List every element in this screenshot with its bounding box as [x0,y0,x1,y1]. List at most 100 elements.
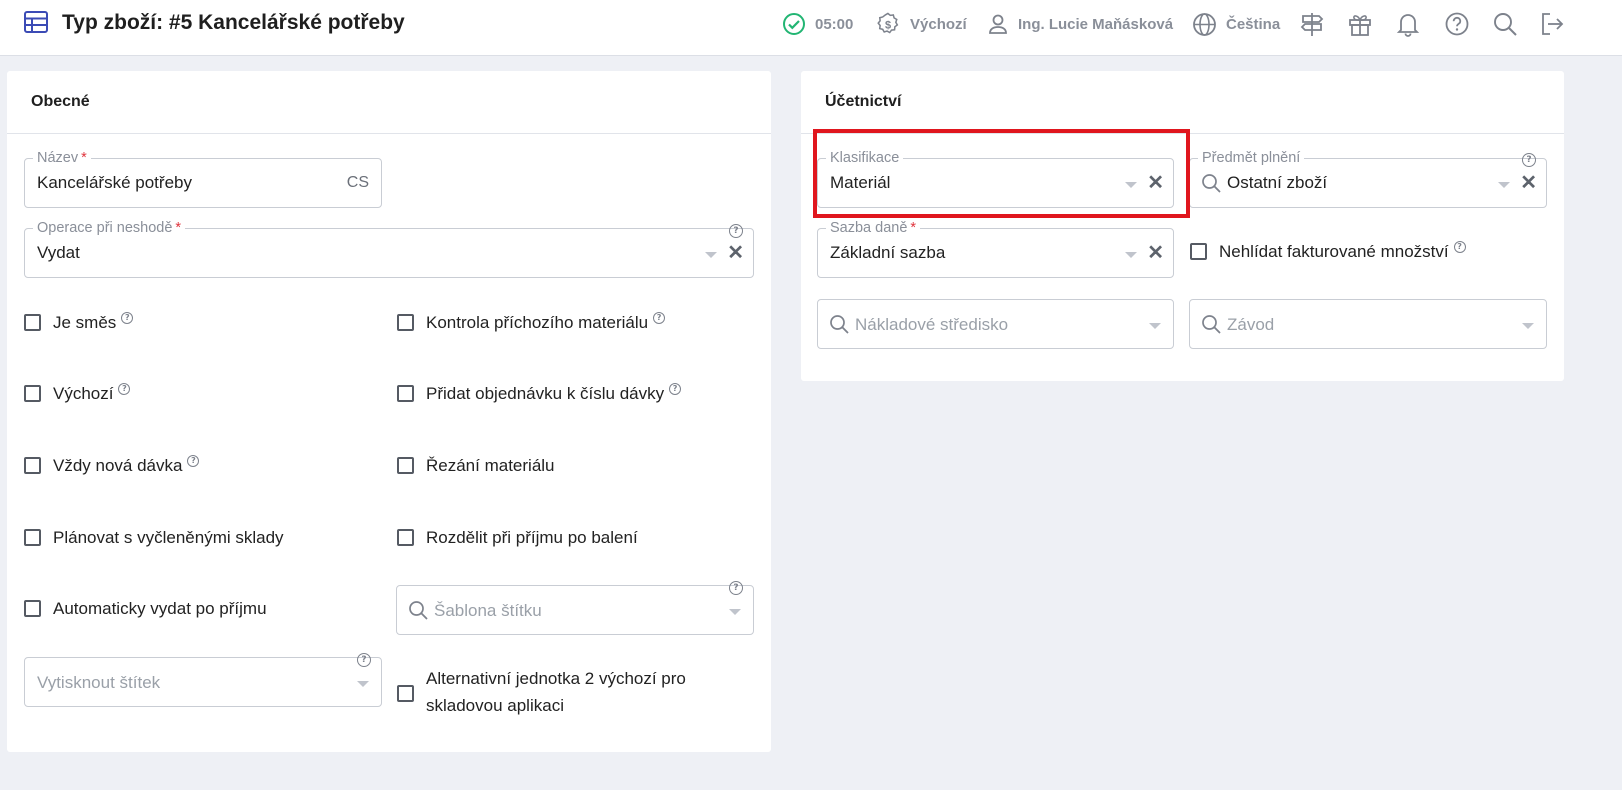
chevron-down-icon[interactable] [1149,323,1161,329]
divider [7,133,771,134]
help-icon[interactable]: ? [1522,153,1536,167]
operation-field-label: Operace při neshodě * [33,219,186,237]
checkbox-label: Plánovat s vyčleněnými sklady [53,528,284,547]
checkbox-label: Vždy nová dávka [53,456,183,475]
checkbox[interactable] [397,314,414,331]
checkbox-label: Řezání materiálu [426,456,555,475]
checkbox-label: Nehlídat fakturované množství [1219,242,1449,261]
checkbox-label: Je směs [53,313,117,332]
accounting-card: Účetnictví Klasifikace Materiál ✕ Předmě… [801,71,1564,381]
chevron-down-icon[interactable] [357,681,369,687]
language-label: Čeština [1226,15,1281,33]
help-icon[interactable]: ? [653,312,666,324]
checkbox-label: Kontrola příchozího materiálu [426,313,649,332]
user-icon [989,14,1007,34]
table-icon [24,11,48,38]
plant-field[interactable]: Závod [1189,299,1547,349]
subject-field[interactable]: Předmět plnění Ostatní zboží ✕ [1189,149,1547,208]
help-icon[interactable]: ? [118,383,131,395]
checkbox-add-order-to-batch[interactable]: Přidat objednávku k číslu dávky? [397,383,682,407]
checkbox-label: Výchozí [53,384,114,403]
chevron-down-icon[interactable] [1125,252,1137,258]
chevron-down-icon[interactable] [1498,182,1510,188]
checkbox-label: Alternativní jednotka 2 výchozí pro skla… [426,669,686,715]
search-icon [409,601,428,620]
subject-value: Ostatní zboží [1227,173,1328,192]
help-icon[interactable]: ? [729,224,743,238]
checkbox[interactable] [24,529,41,546]
close-icon[interactable]: ✕ [1147,243,1164,263]
search-icon [1202,174,1221,193]
subject-label: Předmět plnění [1198,149,1305,167]
help-icon[interactable]: ? [357,653,371,667]
checkbox-always-new-batch[interactable]: Vždy nová dávka? [24,455,200,479]
tax-rate-field[interactable]: Sazba daně * Základní sazba ✕ [817,219,1174,278]
signpost-icon[interactable] [1298,10,1326,38]
help-icon[interactable]: ? [121,312,134,324]
chevron-down-icon[interactable] [705,252,717,258]
help-icon[interactable]: ? [187,455,200,467]
svg-text:$: $ [885,20,891,32]
chevron-down-icon[interactable] [729,609,741,615]
user-menu[interactable]: Ing. Lucie Maňásková [987,10,1173,38]
checkbox-auto-issue[interactable]: Automaticky vydat po příjmu [24,599,267,622]
checkbox[interactable] [24,385,41,402]
globe-icon [1193,12,1216,36]
help-circle-icon[interactable] [1443,10,1471,38]
language-suffix[interactable]: CS [347,174,369,192]
checkbox-label: Rozdělit při příjmu po balení [426,528,638,547]
checkbox[interactable] [24,314,41,331]
tax-rate-value: Základní sazba [830,243,946,262]
close-icon[interactable]: ✕ [1520,173,1537,193]
label-template-placeholder: Šablona štítku [434,601,542,620]
help-icon[interactable]: ? [729,581,743,595]
checkbox-incoming-control[interactable]: Kontrola příchozího materiálu? [397,312,666,336]
checkbox[interactable] [397,457,414,474]
help-icon[interactable]: ? [1453,241,1466,253]
operation-field-value: Vydat [37,243,80,262]
currency-profile-label: Výchozí [910,15,967,33]
label-template-field[interactable]: Šablona štítku [396,585,754,635]
plant-placeholder: Závod [1227,315,1275,334]
checkbox-split-by-package[interactable]: Rozdělit při příjmu po balení [397,528,638,551]
accounting-card-title: Účetnictví [825,93,902,110]
general-card-title: Obecné [31,93,90,110]
session-timer[interactable]: 05:00 [782,10,853,38]
cost-center-field[interactable]: Nákladové středisko [817,299,1174,349]
checkbox[interactable] [397,529,414,546]
search-icon[interactable] [1491,10,1519,38]
language-selector[interactable]: Čeština [1192,10,1280,38]
checkbox-no-invoiced-qty[interactable]: Nehlídat fakturované množství? [1190,241,1466,265]
checkbox[interactable] [397,685,414,702]
session-time: 05:00 [815,15,854,33]
search-icon [1202,315,1221,334]
check-circle-icon [783,13,805,35]
checkbox-is-mixture[interactable]: Je směs? [24,312,134,336]
name-field-label: Název * [33,149,91,167]
checkbox-default[interactable]: Výchozí? [24,383,131,407]
bell-icon[interactable] [1394,10,1422,38]
checkbox[interactable] [24,457,41,474]
name-field-value: Kancelářské potřeby [37,173,192,192]
checkbox-plan-with-warehouses[interactable]: Plánovat s vyčleněnými sklady [24,528,284,551]
checkbox-label: Přidat objednávku k číslu dávky [426,384,665,403]
currency-profile[interactable]: $ Výchozí [875,10,967,38]
dollar-gear-icon: $ [877,12,899,34]
close-icon[interactable]: ✕ [727,243,744,263]
checkbox[interactable] [397,385,414,402]
help-icon[interactable]: ? [669,383,682,395]
tax-rate-label: Sazba daně * [826,219,921,237]
logout-icon[interactable] [1538,10,1566,38]
checkbox-material-cutting[interactable]: Řezání materiálu [397,456,555,479]
chevron-down-icon[interactable] [1522,323,1534,329]
checkbox[interactable] [1190,243,1207,260]
checkbox[interactable] [24,600,41,617]
print-label-field[interactable]: Vytisknout štítek [24,657,382,707]
search-icon [830,315,849,334]
checkbox-alt-unit[interactable]: Alternativní jednotka 2 výchozí pro skla… [397,669,727,719]
name-field[interactable]: Název * Kancelářské potřeby CS [24,149,382,208]
cost-center-placeholder: Nákladové středisko [855,315,1009,334]
print-label-placeholder: Vytisknout štítek [37,673,161,692]
operation-field[interactable]: Operace při neshodě * Vydat ✕ [24,219,754,278]
gift-icon[interactable] [1346,10,1374,38]
